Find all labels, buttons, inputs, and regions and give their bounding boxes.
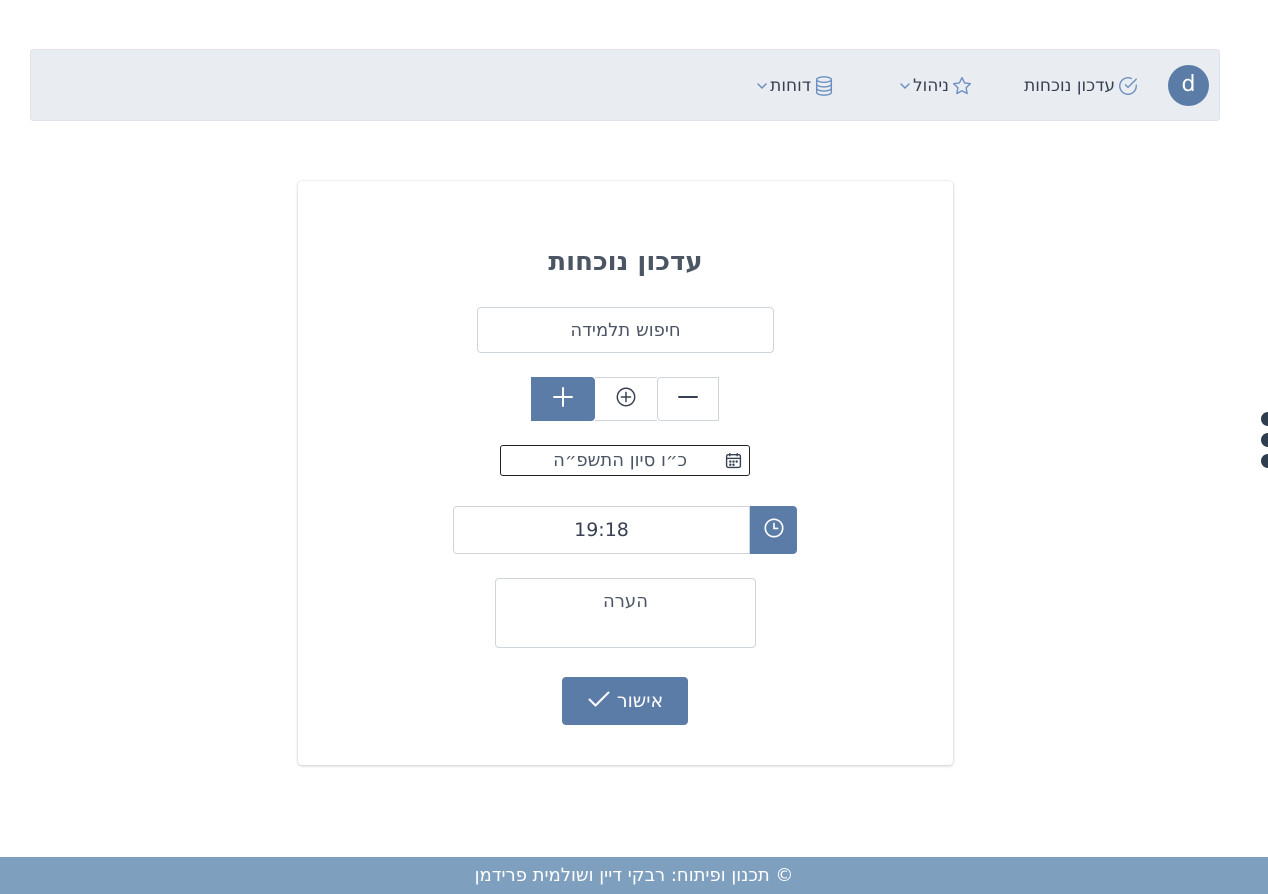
- clock-icon: [763, 517, 785, 543]
- confirm-button[interactable]: אישור: [562, 677, 688, 725]
- time-picker-button[interactable]: [750, 506, 797, 554]
- nav-item-label: עדכון נוכחות: [1024, 76, 1115, 96]
- star-icon: [951, 75, 973, 97]
- chevron-down-icon: [899, 80, 911, 92]
- dot: [1261, 433, 1268, 447]
- confirm-label: אישור: [616, 690, 664, 712]
- nav-item-label: דוחות: [770, 76, 811, 96]
- status-button-group: [531, 377, 719, 421]
- plus-icon: [551, 385, 575, 413]
- nav-item-label: ניהול: [912, 76, 949, 96]
- footer: © תכנון ופיתוח: רבקי דיין ושולמית פרידמן: [0, 857, 1268, 894]
- checkmark-icon: [587, 687, 611, 716]
- nav-item-attendance-update[interactable]: עדכון נוכחות: [1024, 50, 1139, 122]
- check-circle-icon: [1117, 75, 1139, 97]
- chevron-down-icon: [756, 80, 768, 92]
- absent-button[interactable]: [657, 377, 719, 421]
- nav-item-reports[interactable]: דוחות: [756, 50, 835, 122]
- nav-item-management[interactable]: ניהול: [899, 50, 973, 122]
- note-textarea[interactable]: [495, 578, 756, 648]
- user-avatar[interactable]: d: [1168, 65, 1209, 106]
- page: d עדכון נוכחות ניהול דוחות עדכון נוכחות …: [0, 0, 1268, 894]
- present-button[interactable]: [531, 377, 595, 421]
- time-picker: [453, 506, 797, 554]
- side-menu-handle[interactable]: [1261, 412, 1268, 470]
- calendar-icon: [725, 452, 742, 474]
- dot: [1261, 412, 1268, 426]
- plus-circle-icon: [615, 386, 637, 412]
- date-value: כ״ו סיון התשפ״ה: [553, 450, 687, 471]
- footer-credits: © תכנון ופיתוח: רבקי דיין ושולמית פרידמן: [474, 865, 794, 886]
- dot: [1261, 454, 1268, 468]
- database-icon: [813, 75, 835, 97]
- top-navbar: d עדכון נוכחות ניהול דוחות: [30, 49, 1220, 121]
- form-title: עדכון נוכחות: [548, 247, 703, 277]
- partial-presence-button[interactable]: [595, 377, 657, 421]
- time-input[interactable]: [453, 506, 750, 554]
- student-search-input[interactable]: [477, 307, 774, 353]
- attendance-form-card: עדכון נוכחות חיפוש תלמידה כ״ו סיון התשפ״…: [298, 181, 953, 765]
- hebrew-date-picker[interactable]: כ״ו סיון התשפ״ה: [500, 445, 750, 476]
- minus-icon: [676, 385, 700, 413]
